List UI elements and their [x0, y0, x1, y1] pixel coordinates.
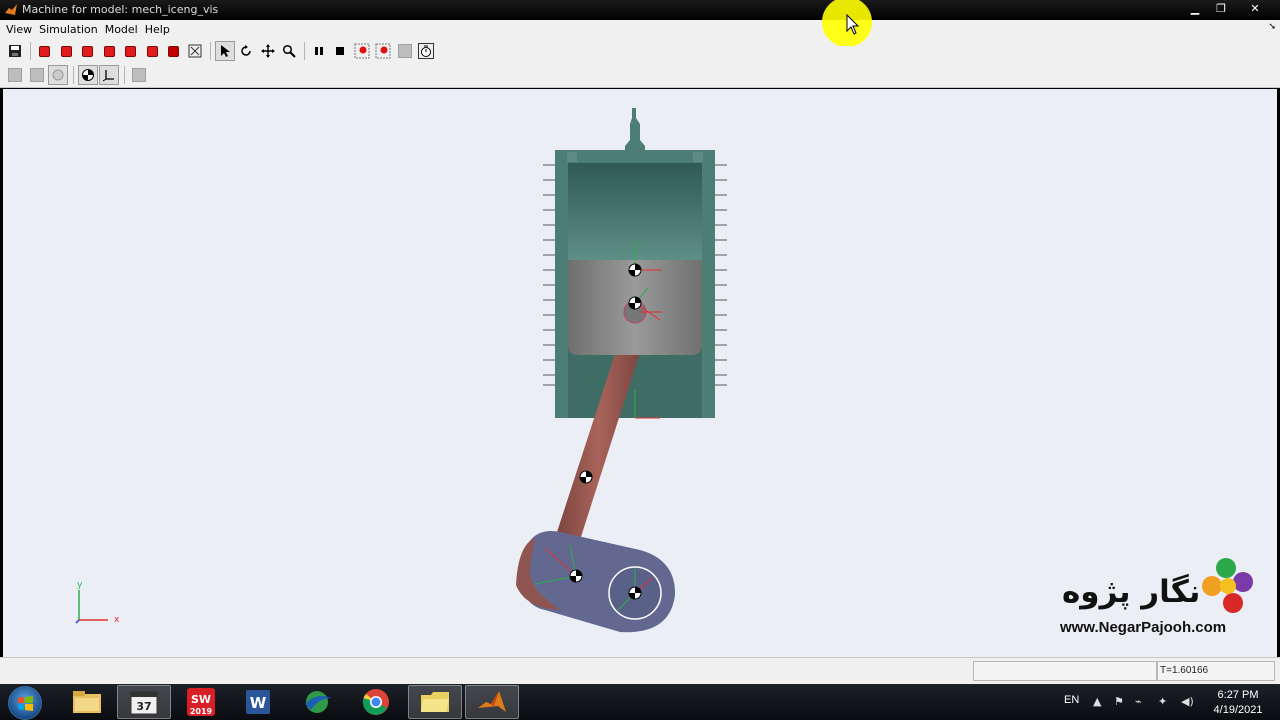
minimize-button[interactable]: ▁ [1182, 0, 1208, 17]
status-bar: T=1.60166 [0, 657, 1280, 684]
stop-icon[interactable] [330, 41, 350, 61]
main-toolbar [0, 39, 1280, 63]
solidworks-year: 2019 [190, 707, 213, 716]
mechanism-scene: y x [75, 108, 727, 633]
window-title: Machine for model: mech_iceng_vis [22, 3, 219, 16]
windows-taskbar: 37 SW 2019 W EN ▲ ⚑ ⌁ ✦ ◀) 6:27 PM 4/19/2… [0, 684, 1280, 720]
close-button[interactable]: ✕ [1234, 0, 1276, 17]
3d-viewport[interactable]: y x [3, 89, 1277, 657]
view-5-icon[interactable] [121, 41, 141, 61]
toolbar-separator [29, 42, 31, 60]
toolbar-separator [303, 42, 305, 60]
menu-model[interactable]: Model [105, 23, 138, 36]
view-6-icon[interactable] [142, 41, 162, 61]
view-3-icon[interactable] [78, 41, 98, 61]
start-button[interactable] [8, 686, 42, 720]
save-icon[interactable] [5, 41, 25, 61]
world-axes-triad: y x [75, 580, 120, 625]
folder-icon[interactable] [408, 685, 462, 719]
fit-view-icon[interactable] [185, 41, 205, 61]
matlab-icon[interactable] [465, 685, 519, 719]
view-7-icon[interactable] [164, 41, 184, 61]
svg-text:W: W [250, 694, 267, 712]
menu-bar: View Simulation Model Help ➘ [0, 20, 1280, 39]
watermark-name: نگار پژوه [1062, 574, 1201, 610]
record-icon[interactable] [352, 41, 372, 61]
file-explorer-icon[interactable] [60, 685, 114, 719]
mouse-cursor-icon [822, 0, 872, 46]
pause-icon[interactable] [309, 41, 329, 61]
axis-label-x: x [114, 615, 120, 625]
axes-frame-icon[interactable] [99, 65, 119, 85]
view-2-icon[interactable] [56, 41, 76, 61]
toolbar-separator [123, 66, 125, 84]
toolbar-separator [72, 66, 74, 84]
secondary-toolbar [0, 63, 1280, 88]
watermark-url: www.NegarPajooh.com [1060, 619, 1227, 636]
download-manager-icon[interactable] [290, 685, 344, 719]
grey-1-icon [5, 65, 25, 85]
view-4-icon[interactable] [99, 41, 119, 61]
volume-icon[interactable]: ◀) [1181, 695, 1194, 708]
network-icon[interactable]: ✦ [1158, 695, 1170, 708]
record-alt-icon[interactable] [373, 41, 393, 61]
view-1-icon[interactable] [35, 41, 55, 61]
disabled-icon [395, 41, 415, 61]
solidworks-icon[interactable]: SW 2019 [174, 685, 228, 719]
grey-2-icon [27, 65, 47, 85]
zoom-icon[interactable] [279, 41, 299, 61]
toolbar-separator [209, 42, 211, 60]
axis-label-y: y [77, 580, 83, 590]
menu-view[interactable]: View [6, 23, 32, 36]
show-hidden-icons-icon[interactable]: ▲ [1093, 695, 1105, 708]
timer-icon[interactable] [416, 41, 436, 61]
word-icon[interactable]: W [231, 685, 285, 719]
video-editor-icon[interactable]: 37 [117, 685, 171, 719]
language-indicator[interactable]: EN [1064, 694, 1079, 706]
clock-date: 4/19/2021 [1213, 704, 1263, 716]
grey-4-icon [129, 65, 149, 85]
video-badge-text: 37 [136, 700, 151, 713]
rotate-icon[interactable] [236, 41, 256, 61]
restore-button[interactable]: ❐ [1208, 0, 1234, 17]
solidworks-label: SW [191, 693, 211, 706]
cg-marker-icon[interactable] [77, 65, 98, 85]
action-center-flag-icon[interactable]: ⚑ [1114, 695, 1126, 708]
system-clock[interactable]: 6:27 PM 4/19/2021 [1208, 688, 1268, 718]
select-arrow-icon[interactable] [214, 41, 235, 61]
matlab-logo-icon [5, 4, 17, 15]
grey-3-icon[interactable] [48, 65, 68, 85]
status-message-field [973, 661, 1157, 681]
negarpajooh-logo-icon [1202, 558, 1253, 613]
title-bar: Machine for model: mech_iceng_vis ▁ ❐ ✕ [0, 0, 1280, 20]
pan-icon[interactable] [258, 41, 278, 61]
simulation-time: T=1.60166 [1157, 661, 1275, 681]
chrome-icon[interactable] [349, 685, 403, 719]
clock-time: 6:27 PM [1217, 689, 1259, 701]
menu-simulation[interactable]: Simulation [39, 23, 98, 36]
menu-dock-arrow-icon[interactable]: ➘ [1268, 22, 1276, 32]
spark-plug [625, 108, 645, 152]
usb-device-icon[interactable]: ⌁ [1135, 695, 1147, 708]
menu-help[interactable]: Help [145, 23, 170, 36]
